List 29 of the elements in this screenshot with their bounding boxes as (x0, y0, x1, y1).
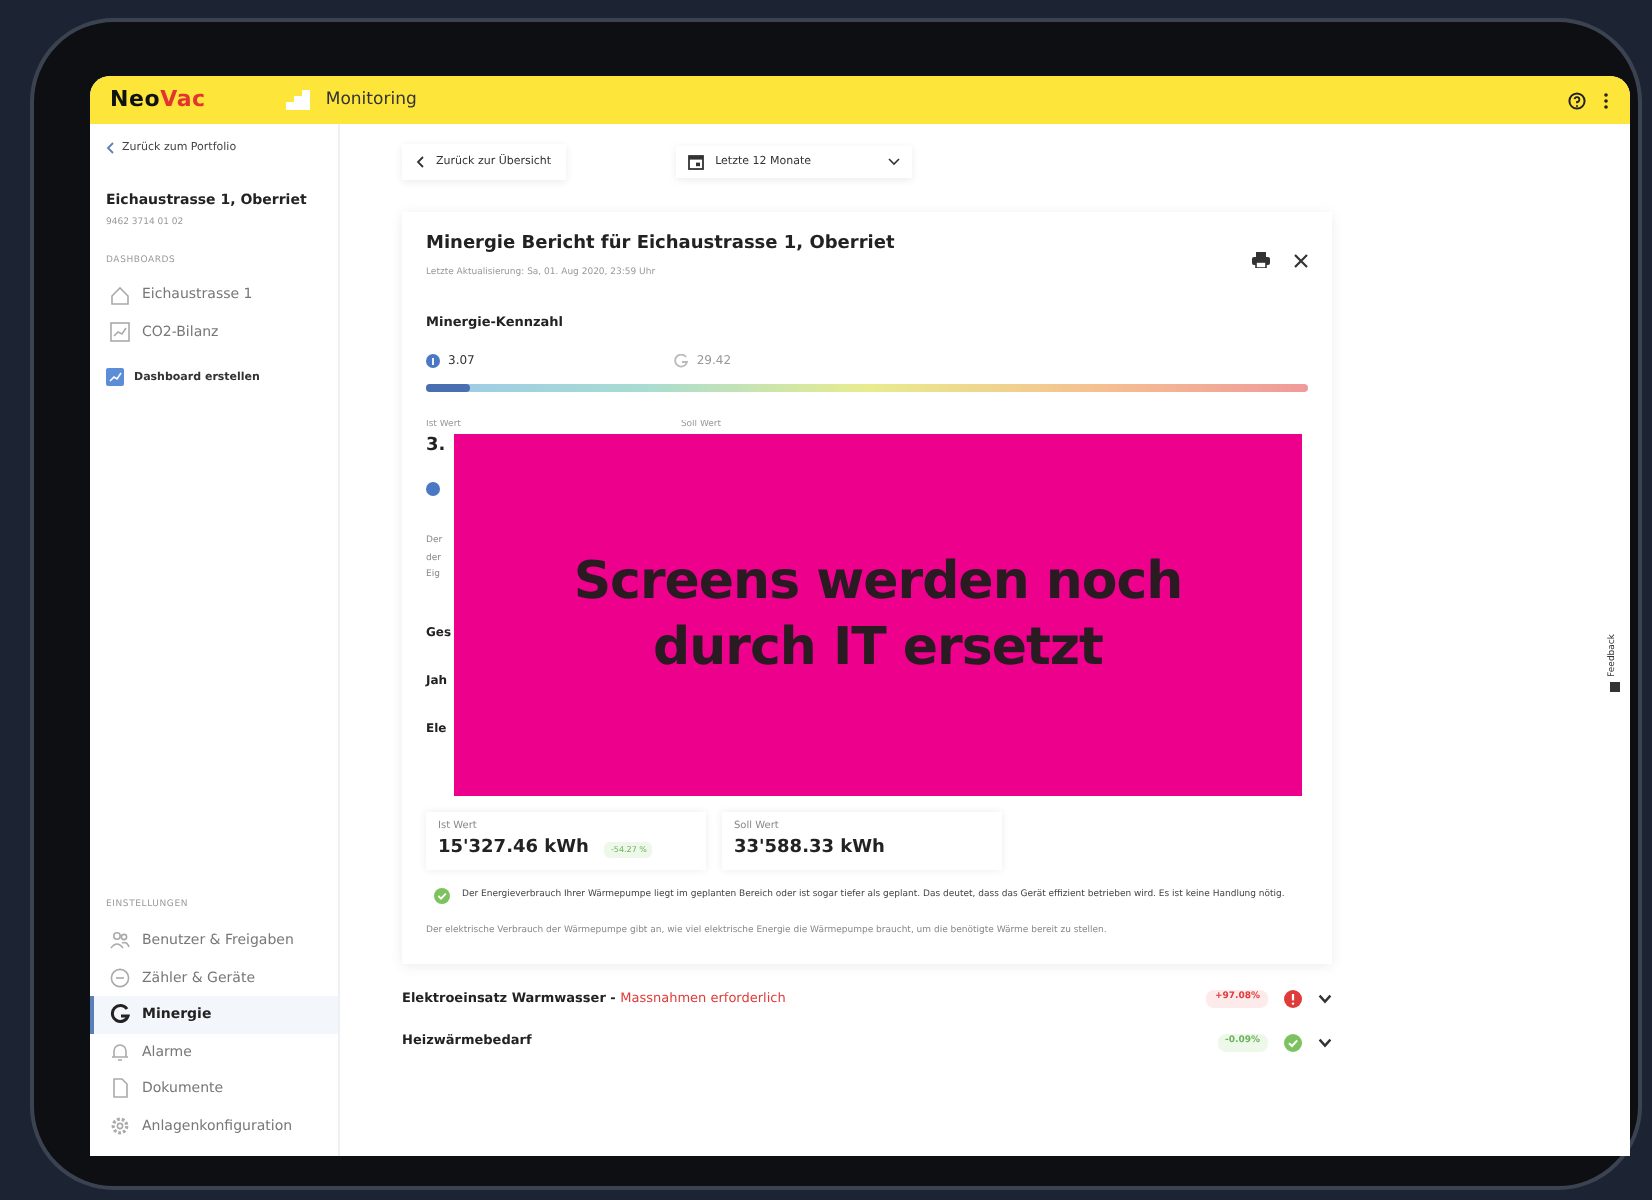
value-fragment: 3. (426, 434, 448, 461)
users-icon (110, 930, 130, 951)
marker-icon (426, 354, 440, 369)
target-value: 33'588.33 kWh (734, 835, 885, 862)
calendar-icon (687, 154, 704, 171)
chevron-icon[interactable] (1318, 993, 1332, 1004)
chevron-left-icon (416, 156, 424, 169)
app-title: Monitoring (325, 87, 417, 113)
chevron-icon[interactable] (1318, 1037, 1332, 1048)
print-icon[interactable] (1252, 252, 1270, 269)
check-icon (1284, 1033, 1302, 1052)
help-icon[interactable] (1568, 91, 1586, 109)
add-chart-icon (106, 368, 124, 387)
gear-icon (110, 1115, 130, 1136)
check-icon (434, 888, 450, 905)
building-icon (285, 90, 310, 110)
bell-icon (110, 1041, 130, 1062)
document-icon (110, 1078, 130, 1099)
notice-text: Screens werden noch durch IT ersetzt (571, 550, 1185, 681)
report-title: Minergie Bericht für Eichaustrasse 1, Oberriet (426, 232, 897, 259)
chart-icon (110, 322, 130, 342)
actual-value: 15'327.46 kWh (438, 835, 589, 862)
chevron-down-icon (887, 158, 900, 167)
close-icon[interactable] (1294, 254, 1308, 269)
more-icon[interactable] (1602, 91, 1610, 109)
chevron-left-icon (106, 142, 114, 155)
home-icon (110, 285, 130, 305)
logo: NeoVac (110, 83, 206, 116)
alert-icon (1284, 989, 1302, 1008)
